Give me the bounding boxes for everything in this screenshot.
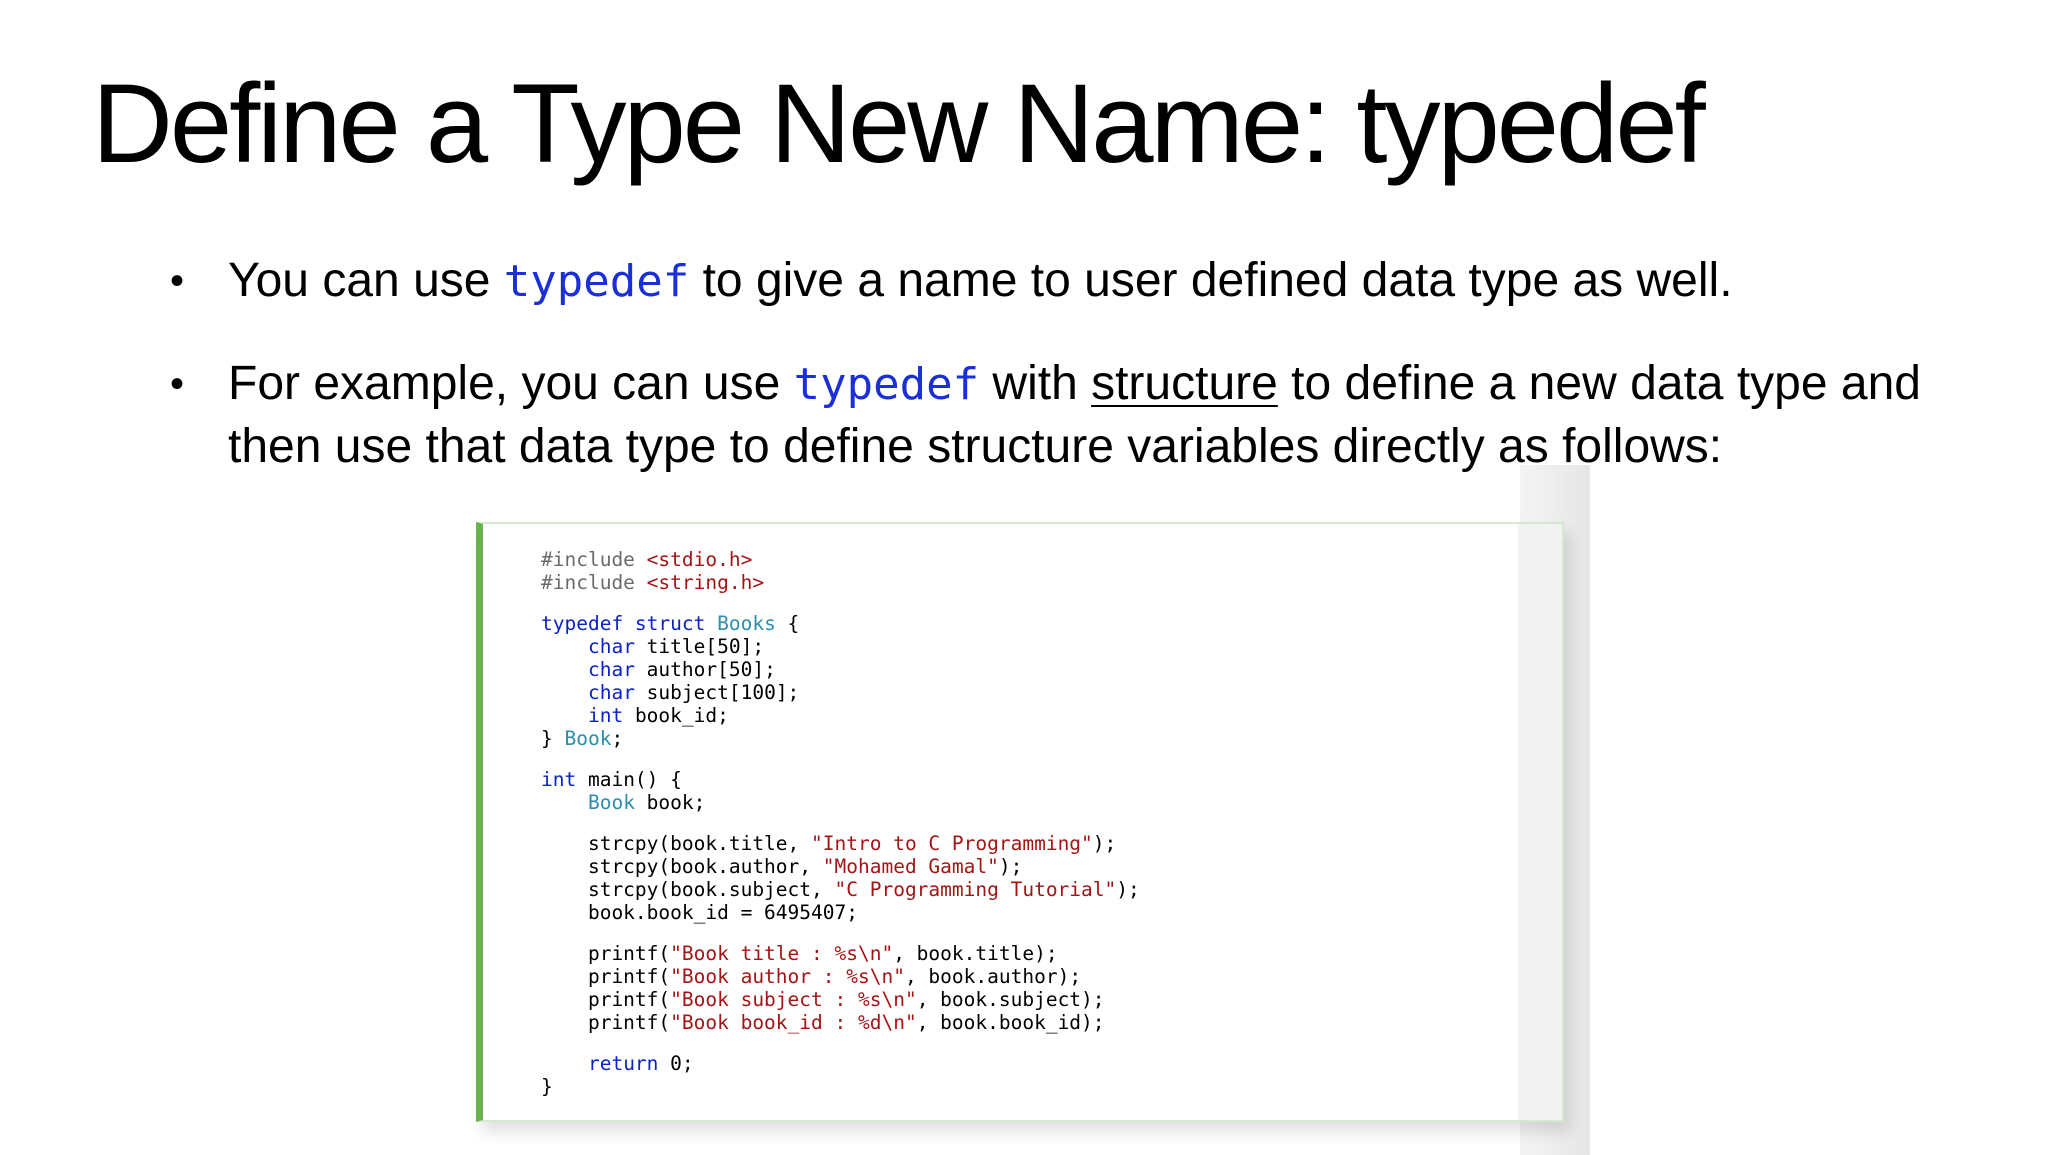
bullet-dot-icon: •: [170, 259, 185, 303]
code-token: strcpy(book.subject,: [541, 878, 835, 901]
code-token: );: [1092, 832, 1117, 855]
code-token: <string.h>: [646, 571, 765, 594]
code-token: return: [587, 1052, 659, 1075]
code-token: "Mohamed Gamal": [822, 855, 999, 878]
bullet-text-segment: You can use: [228, 254, 504, 307]
underlined-term: structure: [1091, 357, 1278, 410]
code-token: Book: [564, 727, 612, 750]
bullet-text-segment: For example, you can use: [228, 357, 794, 410]
code-line: }: [541, 1075, 1140, 1098]
code-token: <stdio.h>: [646, 548, 753, 571]
code-token: char: [587, 681, 635, 704]
code-token: #include: [541, 548, 647, 571]
code-token: strcpy(book.title,: [541, 832, 812, 855]
code-token: int: [587, 704, 624, 727]
bullet-item-1: • You can use typedef to give a name to …: [160, 250, 1940, 313]
code-line: typedef struct Books {: [541, 612, 1140, 635]
code-line: int book_id;: [541, 704, 1140, 727]
code-token: );: [998, 855, 1023, 878]
code-token: "Book title : %s\n": [670, 942, 894, 965]
bullet-text-segment: with: [979, 357, 1092, 410]
code-token: {: [775, 612, 800, 635]
code-token: }: [541, 727, 565, 750]
code-line: printf("Book author : %s\n", book.author…: [541, 965, 1140, 988]
code-token: book.book_id = 6495407;: [541, 901, 858, 924]
code-line: strcpy(book.title, "Intro to C Programmi…: [541, 832, 1140, 855]
code-line: printf("Book title : %s\n", book.title);: [541, 942, 1140, 965]
code-line: printf("Book book_id : %d\n", book.book_…: [541, 1011, 1140, 1034]
code-token: #include: [541, 571, 647, 594]
code-token: , book.book_id);: [916, 1011, 1105, 1034]
slide-title: Define a Type New Name: typedef: [92, 61, 1706, 186]
code-token: printf(: [541, 965, 671, 988]
code-line: char author[50];: [541, 658, 1140, 681]
code-token: }: [541, 1075, 553, 1098]
code-token: strcpy(book.author,: [541, 855, 823, 878]
bullet-list: • You can use typedef to give a name to …: [160, 250, 1940, 518]
bullet-text: You can use typedef to give a name to us…: [228, 254, 1733, 307]
code-block-shade: [1518, 524, 1562, 1120]
code-token: main() {: [576, 768, 682, 791]
code-token: printf(: [541, 988, 671, 1011]
code-line: Book book;: [541, 791, 1140, 814]
code-token: , book.title);: [893, 942, 1058, 965]
code-token: char: [587, 635, 635, 658]
code-token: char: [587, 658, 635, 681]
code-token: , book.subject);: [916, 988, 1105, 1011]
code-token: subject[100];: [634, 681, 800, 704]
bullet-item-2: • For example, you can use typedef with …: [160, 353, 1940, 478]
code-block: #include <stdio.h> #include <string.h> typ…: [476, 522, 1564, 1122]
code-token: Books: [717, 612, 776, 635]
bullet-dot-icon: •: [170, 362, 185, 406]
code-line: return 0;: [541, 1052, 1140, 1075]
code-token: printf(: [541, 1011, 671, 1034]
code-line: #include <string.h>: [541, 571, 1140, 594]
code-line: book.book_id = 6495407;: [541, 901, 1140, 924]
code-listing: #include <stdio.h> #include <string.h> typ…: [541, 548, 1140, 1098]
bullet-text-segment: to give a name to user defined data type…: [689, 254, 1733, 307]
code-token: "Intro to C Programming": [811, 832, 1093, 855]
code-token: ;: [611, 727, 624, 750]
code-token: int: [541, 768, 577, 791]
code-line: strcpy(book.author, "Mohamed Gamal");: [541, 855, 1140, 878]
code-line: strcpy(book.subject, "C Programming Tuto…: [541, 878, 1140, 901]
code-token: "Book subject : %s\n": [670, 988, 917, 1011]
code-token: );: [1116, 878, 1140, 901]
code-token: "Book book_id : %d\n": [670, 1011, 917, 1034]
code-line: #include <stdio.h>: [541, 548, 1140, 571]
code-token: Book: [587, 791, 635, 814]
code-line: } Book;: [541, 727, 1140, 750]
code-token: author[50];: [634, 658, 776, 681]
code-line: char title[50];: [541, 635, 1140, 658]
code-line: char subject[100];: [541, 681, 1140, 704]
code-token: book_id;: [623, 704, 729, 727]
code-line: printf("Book subject : %s\n", book.subje…: [541, 988, 1140, 1011]
code-line: int main() {: [541, 768, 1140, 791]
code-token: , book.author);: [904, 965, 1082, 988]
code-token: book;: [634, 791, 706, 814]
inline-code-keyword: typedef: [793, 359, 980, 410]
code-token: typedef struct: [541, 612, 718, 635]
code-token: 0;: [658, 1052, 694, 1075]
code-token: "C Programming Tutorial": [834, 878, 1117, 901]
bullet-text: For example, you can use typedef with st…: [228, 357, 1921, 473]
code-token: "Book author : %s\n": [670, 965, 905, 988]
code-token: printf(: [541, 942, 671, 965]
inline-code-keyword: typedef: [503, 256, 690, 307]
code-token: title[50];: [634, 635, 765, 658]
